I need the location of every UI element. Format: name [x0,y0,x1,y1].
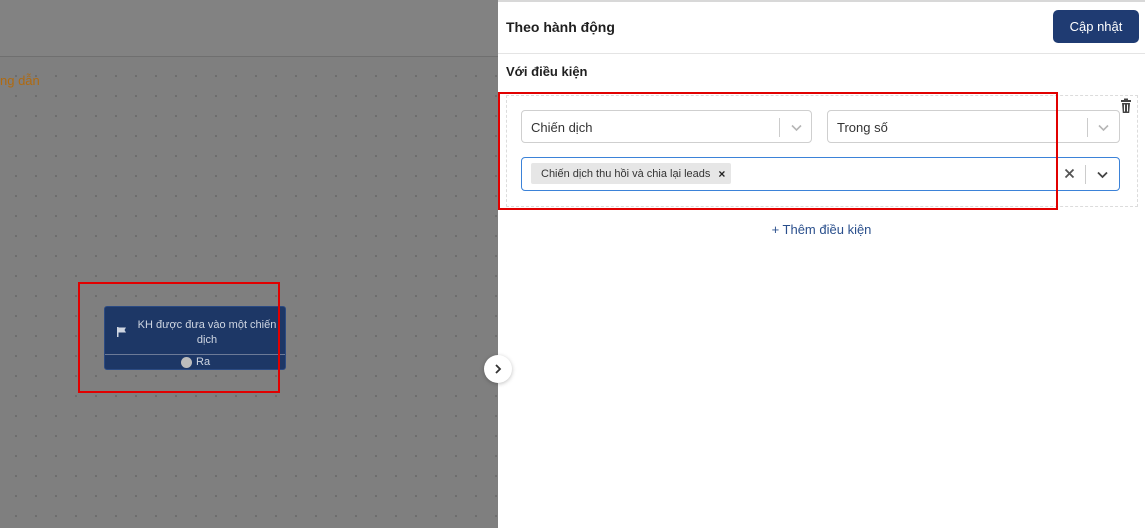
chevron-down-icon[interactable] [1096,168,1109,181]
clear-icon[interactable] [1063,167,1076,180]
output-port[interactable]: Ra [181,356,210,368]
node-divider [105,354,285,355]
value-multiselect[interactable]: Chiến dịch thu hồi và chia lại leads × [521,157,1120,191]
chevron-down-icon[interactable] [1097,121,1110,134]
workflow-canvas[interactable]: ng dẫn KH được đưa vào một chiến dịch Ra [0,0,498,528]
operator-select[interactable]: Trong số [827,110,1120,143]
conditions-heading: Với điều kiện [506,64,588,79]
selected-value-chip: Chiến dịch thu hồi và chia lại leads × [531,163,732,184]
node-title: KH được đưa vào một chiến dịch [137,319,277,346]
guide-link[interactable]: ng dẫn [0,73,40,88]
port-label: Ra [196,356,211,368]
trash-icon[interactable] [1118,98,1134,114]
operator-select-value: Trong số [837,120,888,135]
remove-chip-icon[interactable]: × [718,168,725,180]
settings-panel: Theo hành động Cập nhật Với điều kiện Ch… [498,0,1145,528]
field-select-value: Chiến dịch [531,120,593,135]
panel-title: Theo hành động [506,19,615,35]
panel-header: Theo hành động Cập nhật [498,2,1145,54]
field-select[interactable]: Chiến dịch [521,110,812,143]
select-separator [779,118,780,137]
port-dot-icon[interactable] [181,356,192,368]
chevron-right-icon [495,364,502,374]
chevron-down-icon[interactable] [790,121,803,134]
add-condition-link[interactable]: + Thêm điều kiện [498,222,1145,237]
update-button[interactable]: Cập nhật [1053,10,1139,43]
chip-label: Chiến dịch thu hồi và chia lại leads [541,167,711,180]
select-separator [1085,165,1086,184]
trigger-node[interactable]: KH được đưa vào một chiến dịch Ra [104,306,286,370]
flag-icon [117,327,126,337]
canvas-toolbar [0,0,498,57]
select-separator [1087,118,1088,137]
collapse-panel-button[interactable] [484,355,512,383]
